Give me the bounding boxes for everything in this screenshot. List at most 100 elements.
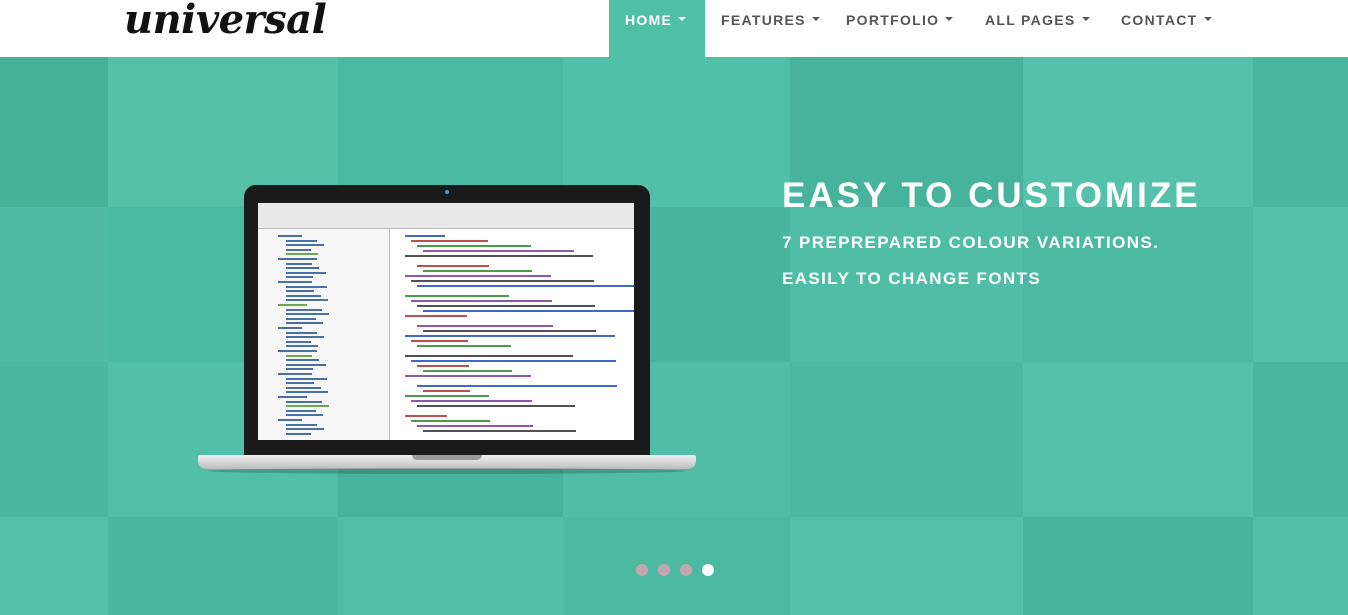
file-tree-line	[286, 428, 324, 431]
file-tree-line	[286, 377, 327, 380]
code-line	[411, 300, 552, 302]
caret-down-icon	[678, 17, 687, 21]
file-tree-line	[286, 386, 321, 389]
file-tree-line	[278, 258, 317, 260]
camera-icon	[445, 190, 449, 194]
file-tree-line	[286, 345, 318, 348]
file-tree-line	[286, 317, 316, 320]
code-line	[417, 285, 634, 287]
code-line	[423, 310, 634, 312]
nav-item-all-pages[interactable]: ALL PAGES	[969, 0, 1105, 57]
code-line	[423, 370, 512, 372]
hero-slider: EASY TO CUSTOMIZE 7 PREPREPARED COLOUR V…	[0, 57, 1348, 615]
file-tree-line	[286, 354, 312, 357]
file-tree-line	[286, 414, 323, 417]
code-line	[405, 415, 447, 417]
file-tree-line	[286, 382, 314, 385]
file-tree-line	[286, 239, 317, 242]
code-line	[411, 240, 488, 242]
code-line	[417, 405, 575, 407]
code-line	[423, 250, 574, 252]
file-tree-line	[286, 276, 313, 279]
laptop-screen	[258, 203, 634, 440]
caret-down-icon	[945, 17, 954, 21]
nav-item-label: HOME	[625, 12, 673, 28]
file-tree-line	[286, 400, 322, 403]
code-line	[423, 330, 596, 332]
code-line	[405, 235, 445, 237]
nav-item-label: PORTFOLIO	[846, 12, 940, 28]
file-tree-line	[278, 235, 302, 237]
code-line	[405, 315, 467, 317]
code-line	[411, 360, 616, 362]
code-line	[411, 400, 532, 402]
ide-toolbar	[258, 203, 634, 229]
slider-pagination	[636, 564, 714, 576]
code-line	[405, 275, 551, 277]
laptop-illustration	[198, 185, 696, 475]
main-nav: HOME FEATURES PORTFOLIO ALL PAGES CONTAC…	[609, 0, 1225, 57]
hero-headline: EASY TO CUSTOMIZE	[782, 176, 1201, 215]
file-tree-line	[286, 432, 311, 435]
code-line	[405, 375, 531, 377]
hero-subline-2: EASILY TO CHANGE FONTS	[782, 269, 1042, 288]
file-tree-line	[286, 253, 318, 256]
code-line	[405, 295, 509, 297]
code-line	[423, 390, 470, 392]
file-tree-line	[286, 423, 317, 426]
file-tree-line	[286, 313, 329, 316]
file-tree-line	[286, 244, 324, 247]
file-tree-line	[286, 299, 328, 302]
ide-file-tree	[258, 229, 390, 440]
file-tree-line	[278, 396, 307, 398]
code-line	[417, 385, 617, 387]
file-tree-line	[278, 373, 312, 375]
nav-item-label: ALL PAGES	[985, 12, 1076, 28]
hero-subline-1: 7 PREPREPARED COLOUR VARIATIONS.	[782, 233, 1160, 252]
code-line	[417, 345, 511, 347]
code-line	[423, 430, 576, 432]
code-line	[417, 245, 531, 247]
file-tree-line	[286, 271, 326, 274]
laptop-notch	[412, 455, 482, 460]
file-tree-line	[286, 340, 311, 343]
code-line	[405, 255, 593, 257]
slide-dot-3[interactable]	[680, 564, 692, 576]
code-line	[417, 265, 489, 267]
slide-dot-1[interactable]	[636, 564, 648, 576]
code-line	[411, 420, 490, 422]
file-tree-line	[286, 285, 327, 288]
laptop-lid	[244, 185, 650, 460]
file-tree-line	[286, 294, 321, 297]
code-line	[411, 280, 594, 282]
site-header: universal HOME FEATURES PORTFOLIO ALL PA…	[0, 0, 1348, 57]
code-line	[417, 365, 469, 367]
site-logo[interactable]: universal	[124, 0, 327, 45]
nav-item-contact[interactable]: CONTACT	[1105, 0, 1225, 57]
code-line	[417, 425, 533, 427]
code-line	[405, 335, 615, 337]
file-tree-line	[286, 248, 311, 251]
nav-item-portfolio[interactable]: PORTFOLIO	[830, 0, 969, 57]
slide-dot-4[interactable]	[702, 564, 714, 576]
file-tree-line	[286, 331, 317, 334]
file-tree-line	[286, 363, 326, 366]
file-tree-line	[278, 327, 302, 329]
code-line	[417, 305, 595, 307]
nav-item-label: CONTACT	[1121, 12, 1198, 28]
code-line	[417, 325, 553, 327]
nav-item-home[interactable]: HOME	[609, 0, 705, 57]
nav-item-features[interactable]: FEATURES	[705, 0, 830, 57]
file-tree-line	[286, 290, 314, 293]
caret-down-icon	[1203, 17, 1212, 21]
file-tree-line	[286, 409, 316, 412]
file-tree-line	[278, 281, 312, 283]
file-tree-line	[278, 419, 302, 421]
file-tree-line	[278, 350, 317, 352]
file-tree-line	[286, 391, 328, 394]
file-tree-line	[286, 322, 323, 325]
slide-dot-2[interactable]	[658, 564, 670, 576]
file-tree-line	[286, 262, 312, 265]
code-line	[423, 270, 532, 272]
file-tree-line	[286, 336, 324, 339]
